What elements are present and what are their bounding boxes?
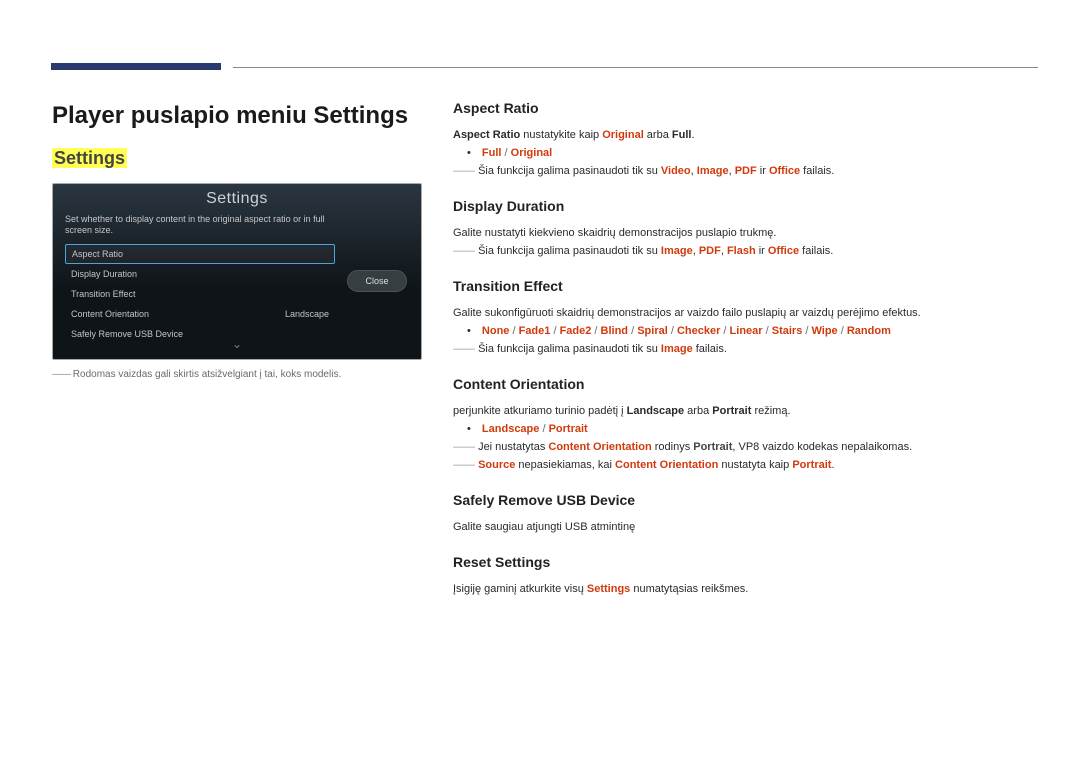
header-rule	[233, 67, 1038, 68]
menu-item-value: Landscape	[285, 309, 335, 319]
heading-content-orientation: Content Orientation	[453, 376, 1038, 392]
menu-item-aspect-ratio[interactable]: Aspect Ratio	[65, 244, 335, 264]
settings-highlight: Settings	[52, 148, 127, 169]
section-content-orientation: Content Orientation perjunkite atkuriamo…	[453, 376, 1038, 474]
chevron-down-icon[interactable]: ⌄	[53, 337, 421, 351]
heading-aspect-ratio: Aspect Ratio	[453, 100, 1038, 116]
page-title: Player puslapio meniu Settings	[52, 102, 408, 130]
header-accent-bar	[51, 63, 221, 70]
menu-list: Aspect Ratio Display Duration Transition…	[65, 244, 335, 344]
heading-reset-settings: Reset Settings	[453, 554, 1038, 570]
section-reset-settings: Reset Settings Įsigiję gaminį atkurkite …	[453, 554, 1038, 598]
section-display-duration: Display Duration Galite nustatyti kiekvi…	[453, 198, 1038, 260]
heading-display-duration: Display Duration	[453, 198, 1038, 214]
model-note: ―― Rodomas vaizdas gali skirtis atsižvel…	[52, 369, 341, 380]
content-column: Aspect Ratio Aspect Ratio nustatykite ka…	[453, 100, 1038, 616]
heading-transition-effect: Transition Effect	[453, 278, 1038, 294]
menu-item-content-orientation[interactable]: Content Orientation Landscape	[65, 304, 335, 324]
settings-screenshot: Settings Set whether to display content …	[52, 183, 422, 360]
window-description: Set whether to display content in the or…	[65, 214, 421, 236]
menu-item-transition-effect[interactable]: Transition Effect	[65, 284, 335, 304]
section-aspect-ratio: Aspect Ratio Aspect Ratio nustatykite ka…	[453, 100, 1038, 180]
heading-safely-remove: Safely Remove USB Device	[453, 492, 1038, 508]
window-title: Settings	[53, 190, 421, 208]
close-button[interactable]: Close	[347, 270, 407, 292]
section-safely-remove: Safely Remove USB Device Galite saugiau …	[453, 492, 1038, 536]
section-transition-effect: Transition Effect Galite sukonfigūruoti …	[453, 278, 1038, 358]
menu-item-display-duration[interactable]: Display Duration	[65, 264, 335, 284]
